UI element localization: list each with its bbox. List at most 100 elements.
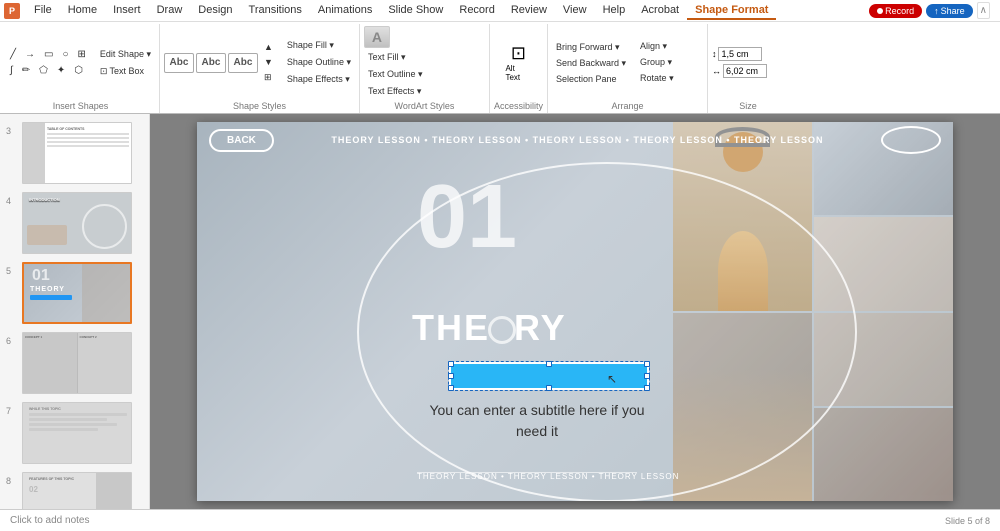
menu-draw[interactable]: Draw	[149, 2, 191, 20]
width-icon: ↔	[712, 66, 721, 76]
slide-thumb-3[interactable]: 3 TABLE OF CONTENTS	[0, 118, 149, 188]
shape-style-1[interactable]: Abc	[164, 53, 194, 73]
accessibility-content: ⊡ Alt Text	[494, 26, 543, 99]
text-box-button[interactable]: ⊡ Text Box	[96, 64, 155, 79]
banner-oval	[881, 126, 941, 154]
record-dot-icon	[877, 8, 883, 14]
handle-bl[interactable]	[448, 385, 454, 391]
oval-tool[interactable]: ○	[58, 47, 72, 62]
menu-shape-format[interactable]: Shape Format	[687, 2, 776, 20]
styles-down[interactable]: ▼	[260, 55, 277, 69]
text-outline-button[interactable]: Text Outline ▾	[364, 67, 427, 82]
height-input[interactable]	[718, 47, 762, 61]
freeform-tool[interactable]: ✏	[18, 63, 34, 78]
menu-design[interactable]: Design	[190, 2, 240, 20]
size-label: Size	[712, 99, 784, 111]
photo-person-4	[673, 313, 812, 502]
styles-more[interactable]: ⊞	[260, 70, 277, 85]
selection-pane-button[interactable]: Selection Pane	[552, 72, 630, 86]
slide-inner-5: 01 THEORY	[24, 264, 130, 322]
rotate-button[interactable]: Rotate ▾	[636, 71, 678, 86]
shape-style-2[interactable]: Abc	[196, 53, 226, 73]
shapes-expand[interactable]: ⬡	[70, 63, 87, 78]
slide-thumb-6[interactable]: 6 CONCEPT 1 CONCEPT 2	[0, 328, 149, 398]
slide-preview-8[interactable]: FEATURES OF THIS TOPIC 02	[22, 472, 132, 509]
menu-slideshow[interactable]: Slide Show	[380, 2, 451, 20]
slide-preview-6[interactable]: CONCEPT 1 CONCEPT 2	[22, 332, 132, 394]
handle-br[interactable]	[644, 385, 650, 391]
line-tool[interactable]: ╱	[6, 47, 20, 62]
wordart-content: A Text Fill ▾ Text Outline ▾ Text Effect…	[364, 26, 485, 99]
back-button[interactable]: BACK	[209, 129, 274, 152]
menu-transitions[interactable]: Transitions	[241, 2, 310, 20]
photo-person-5	[814, 313, 953, 406]
group-button[interactable]: Group ▾	[636, 55, 678, 70]
text-fill-button[interactable]: Text Fill ▾	[364, 50, 427, 65]
collapse-ribbon-button[interactable]: ∧	[977, 2, 990, 19]
pentagon-tool[interactable]: ⬠	[35, 63, 52, 78]
slide-inner-3: TABLE OF CONTENTS	[23, 123, 131, 183]
send-backward-button[interactable]: Send Backward ▾	[552, 56, 630, 71]
align-button[interactable]: Align ▾	[636, 39, 678, 54]
menu-file[interactable]: File	[26, 2, 60, 20]
shape-styles-content: Abc Abc Abc ▲ ▼ ⊞ Shape Fill ▾	[164, 26, 355, 99]
handle-bm[interactable]	[546, 385, 552, 391]
shape-styles-label: Shape Styles	[164, 99, 355, 111]
record-button[interactable]: Record	[869, 4, 922, 18]
share-button[interactable]: ↑ Share	[926, 4, 973, 18]
slide-inner-6: CONCEPT 1 CONCEPT 2	[23, 333, 131, 393]
photo-person-6	[814, 408, 953, 501]
handle-tr[interactable]	[644, 361, 650, 367]
edit-shape-button[interactable]: Edit Shape ▾	[96, 47, 155, 62]
shape-outline-button[interactable]: Shape Outline ▾	[283, 55, 355, 70]
bring-forward-button[interactable]: Bring Forward ▾	[552, 40, 630, 55]
shape-style-3[interactable]: Abc	[228, 53, 258, 73]
accessibility-label: Accessibility	[494, 99, 543, 111]
menu-animations[interactable]: Animations	[310, 2, 380, 20]
menu-record[interactable]: Record	[451, 2, 502, 20]
handle-tm[interactable]	[546, 361, 552, 367]
slide-thumb-8[interactable]: 8 FEATURES OF THIS TOPIC 02	[0, 468, 149, 509]
text-effects-button[interactable]: Text Effects ▾	[364, 84, 427, 99]
curve-tool[interactable]: ∫	[6, 63, 17, 78]
shape-fill-button[interactable]: Shape Fill ▾	[283, 38, 355, 53]
slide-top-banner: BACK THEORY LESSON • THEORY LESSON • THE…	[197, 122, 953, 158]
slide-num-4: 4	[6, 192, 18, 206]
handle-ml[interactable]	[448, 373, 454, 379]
notes-placeholder[interactable]: Click to add notes	[10, 515, 90, 526]
slide-preview-4[interactable]: INTRODUCTION	[22, 192, 132, 254]
alt-text-button[interactable]: ⊡ Alt Text	[502, 40, 534, 85]
shape-styles-group: Abc Abc Abc ▲ ▼ ⊞ Shape Fill ▾	[160, 24, 360, 113]
slide-thumb-7[interactable]: 7 WHILE THIS TOPIC	[0, 398, 149, 468]
photo-collage	[673, 122, 953, 501]
styles-up[interactable]: ▲	[260, 40, 277, 54]
slide-num-7: 7	[6, 402, 18, 416]
star-tool[interactable]: ✦	[53, 63, 69, 78]
menu-review[interactable]: Review	[503, 2, 555, 20]
more-shapes[interactable]: ⊞	[74, 47, 90, 62]
width-row: ↔	[712, 64, 767, 78]
slide-inner-7: WHILE THIS TOPIC	[23, 403, 131, 463]
slide-preview-5[interactable]: 01 THEORY	[22, 262, 132, 324]
menu-home[interactable]: Home	[60, 2, 105, 20]
menu-acrobat[interactable]: Acrobat	[633, 2, 687, 20]
slide-preview-3[interactable]: TABLE OF CONTENTS	[22, 122, 132, 184]
menu-help[interactable]: Help	[595, 2, 634, 20]
slide-thumb-4[interactable]: 4 INTRODUCTION	[0, 188, 149, 258]
slide-thumb-5[interactable]: 5 01 THEORY	[0, 258, 149, 328]
slides-panel[interactable]: 3 TABLE OF CONTENTS 4 INT	[0, 114, 150, 509]
menu-insert[interactable]: Insert	[105, 2, 149, 20]
width-input[interactable]	[723, 64, 767, 78]
handle-mr[interactable]	[644, 373, 650, 379]
cursor-indicator: ↖	[607, 372, 617, 386]
arrange-label: Arrange	[552, 99, 703, 111]
main-area: 3 TABLE OF CONTENTS 4 INT	[0, 114, 1000, 509]
handle-tl[interactable]	[448, 361, 454, 367]
selected-blue-bar[interactable]: ↖	[449, 362, 649, 390]
shape-effects-button[interactable]: Shape Effects ▾	[283, 72, 355, 87]
menu-view[interactable]: View	[555, 2, 595, 20]
slide-preview-7[interactable]: WHILE THIS TOPIC	[22, 402, 132, 464]
rect-tool[interactable]: ▭	[40, 47, 57, 62]
arrow-tool[interactable]: →	[21, 47, 39, 62]
slide-inner-8: FEATURES OF THIS TOPIC 02	[23, 473, 131, 509]
